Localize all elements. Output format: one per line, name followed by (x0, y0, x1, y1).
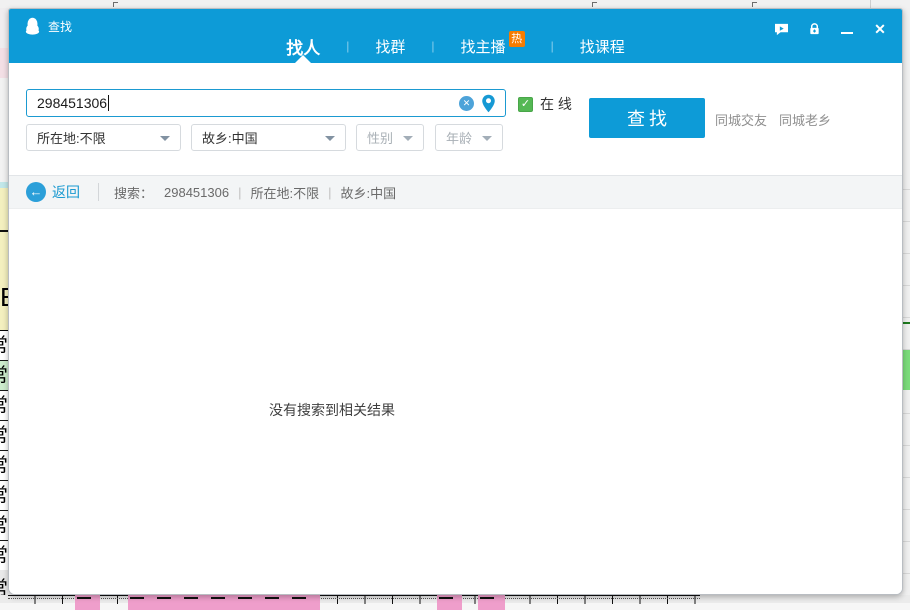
spreadsheet-cell (0, 48, 8, 78)
find-button[interactable]: 查找 (589, 98, 705, 138)
spreadsheet-mark (592, 2, 597, 7)
find-dialog-window: 查找 找人 | 找群 | 找主播 热 | 找课程 (8, 8, 903, 595)
toolbar-divider (98, 183, 99, 201)
spreadsheet-cell: 常 (0, 570, 8, 595)
online-label: 在 线 (540, 94, 572, 114)
spreadsheet-cell (75, 595, 100, 610)
results-area: 没有搜索到相关结果 (9, 210, 902, 594)
spreadsheet-cell (478, 595, 505, 610)
chevron-down-icon (325, 136, 335, 141)
tab-label: 找群 (375, 36, 405, 57)
clear-input-button[interactable]: ✕ (459, 96, 474, 111)
lock-icon (808, 22, 821, 36)
spreadsheet-cell: 常 (0, 481, 8, 511)
clear-icon: ✕ (463, 98, 471, 108)
search-summary: 搜索： 298451306 | 所在地:不限 | 故乡:中国 (114, 183, 396, 202)
dropdown-gender[interactable]: 性别 (356, 124, 424, 151)
spreadsheet-marks (130, 597, 318, 599)
tab-bar: 找人 | 找群 | 找主播 热 | 找课程 (9, 29, 902, 63)
spreadsheet-cell (0, 8, 8, 48)
summary-filter-location: 所在地:不限 (250, 183, 319, 202)
tab-find-people[interactable]: 找人 (260, 29, 346, 63)
same-city-friends-link[interactable]: 同城交友 (715, 110, 767, 129)
search-panel: 298451306 ✕ ✓ 在 线 所在地:不限 故乡:中国 性别 (9, 63, 902, 175)
hot-badge: 热 (509, 31, 525, 47)
online-checkbox[interactable]: ✓ (518, 97, 533, 112)
location-pin-icon (481, 94, 496, 113)
tab-find-streamer[interactable]: 找主播 热 (435, 29, 551, 63)
spreadsheet-cell: 常 (0, 451, 8, 481)
spreadsheet-cell-text: E (0, 284, 8, 310)
dropdown-placeholder: 性别 (367, 128, 393, 147)
minimize-icon (841, 32, 853, 34)
tab-label: 找课程 (580, 36, 625, 57)
tab-label: 找人 (286, 34, 320, 59)
minimize-button[interactable] (839, 21, 855, 37)
chevron-down-icon (482, 136, 492, 141)
side-links: 同城交友 同城老乡 (715, 110, 831, 129)
summary-filter-hometown: 故乡:中国 (341, 183, 397, 202)
spreadsheet-cell: 常 (0, 391, 8, 421)
window-controls: ✕ (773, 21, 888, 37)
spreadsheet-mark (113, 2, 118, 7)
dropdown-placeholder: 年龄 (446, 128, 472, 147)
spreadsheet-cell (437, 595, 462, 610)
feedback-bubble-icon (774, 23, 789, 36)
spreadsheet-gridline (903, 322, 910, 324)
spreadsheet-cell (128, 595, 320, 610)
result-toolbar: ← 返回 搜索： 298451306 | 所在地:不限 | 故乡:中国 (9, 175, 902, 209)
close-button[interactable]: ✕ (872, 21, 888, 37)
desktop-right-strip (903, 8, 910, 610)
empty-results-message: 没有搜索到相关结果 (269, 400, 395, 420)
spreadsheet-mark (752, 2, 757, 7)
spreadsheet-cell: E (0, 188, 8, 330)
tab-find-group[interactable]: 找群 (349, 29, 431, 63)
titlebar[interactable]: 查找 找人 | 找群 | 找主播 热 | 找课程 (9, 9, 902, 63)
dropdown-value: 故乡:中国 (202, 128, 258, 147)
spreadsheet-marks (8, 598, 700, 599)
tab-find-course[interactable]: 找课程 (554, 29, 651, 63)
feedback-button[interactable] (773, 21, 789, 37)
close-icon: ✕ (874, 21, 886, 37)
search-input[interactable]: 298451306 ✕ (26, 89, 506, 117)
dropdown-location[interactable]: 所在地:不限 (26, 124, 181, 151)
spreadsheet-cell: 常 (0, 421, 8, 451)
desktop-bottom-strip (0, 595, 910, 610)
tab-label: 找主播 (461, 36, 506, 57)
back-arrow-icon: ← (26, 182, 46, 202)
spreadsheet-cell: 常 (0, 511, 8, 541)
summary-separator: | (238, 185, 241, 200)
spreadsheet-cell: 常 (0, 361, 8, 391)
back-button[interactable]: ← 返回 (26, 182, 80, 202)
summary-label: 搜索： (114, 183, 153, 202)
spreadsheet-rows: 常 常 常 常 常 常 常 常 (0, 330, 8, 570)
check-icon: ✓ (521, 98, 530, 110)
text-caret (108, 95, 109, 111)
spreadsheet-cell (903, 350, 910, 390)
back-label: 返回 (52, 182, 80, 202)
desktop-top-strip (0, 0, 910, 8)
dropdown-value: 所在地:不限 (37, 128, 106, 147)
dropdown-age[interactable]: 年龄 (435, 124, 503, 151)
online-filter: ✓ 在 线 (518, 94, 572, 114)
spreadsheet-marks (439, 597, 460, 599)
chevron-down-icon (403, 136, 413, 141)
spreadsheet-cell: 常 (0, 541, 8, 571)
spreadsheet-marks (480, 597, 503, 599)
spreadsheet-cell (0, 78, 8, 182)
same-city-hometown-link[interactable]: 同城老乡 (779, 110, 831, 129)
chevron-down-icon (160, 136, 170, 141)
summary-separator: | (328, 185, 331, 200)
lock-button[interactable] (806, 21, 822, 37)
spreadsheet-cell: 常 (0, 331, 8, 361)
location-pin-button[interactable] (481, 94, 496, 113)
spreadsheet-gridline (870, 0, 871, 8)
desktop-left-strip: E 常 常 常 常 常 常 常 常 常 (0, 8, 8, 595)
summary-query: 298451306 (164, 185, 229, 200)
dropdown-hometown[interactable]: 故乡:中国 (191, 124, 346, 151)
search-input-value: 298451306 (37, 95, 107, 111)
spreadsheet-marks (77, 597, 98, 599)
spreadsheet-gridline (0, 230, 8, 232)
